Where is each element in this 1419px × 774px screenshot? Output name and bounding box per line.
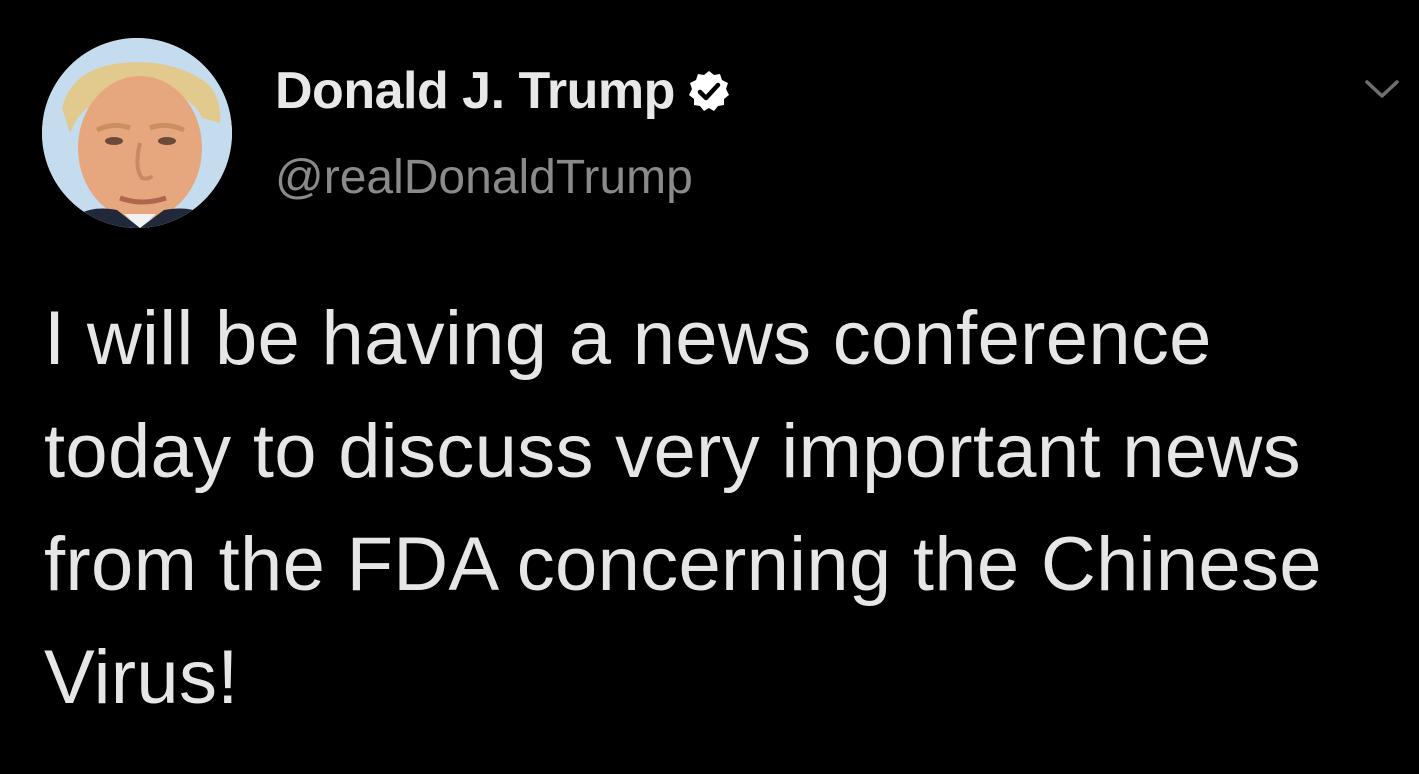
display-name[interactable]: Donald J. Trump <box>275 61 675 121</box>
tweet: Donald J. Trump @realDonaldTrump I will … <box>0 0 1419 774</box>
chevron-down-icon[interactable] <box>1362 74 1402 104</box>
avatar[interactable] <box>42 38 232 228</box>
tweet-text: I will be having a news conference today… <box>44 296 1322 720</box>
verified-badge-icon <box>687 69 731 113</box>
author-handle[interactable]: @realDonaldTrump <box>275 150 693 205</box>
author-name-row[interactable]: Donald J. Trump <box>275 58 731 124</box>
avatar-portrait-icon <box>42 38 232 228</box>
